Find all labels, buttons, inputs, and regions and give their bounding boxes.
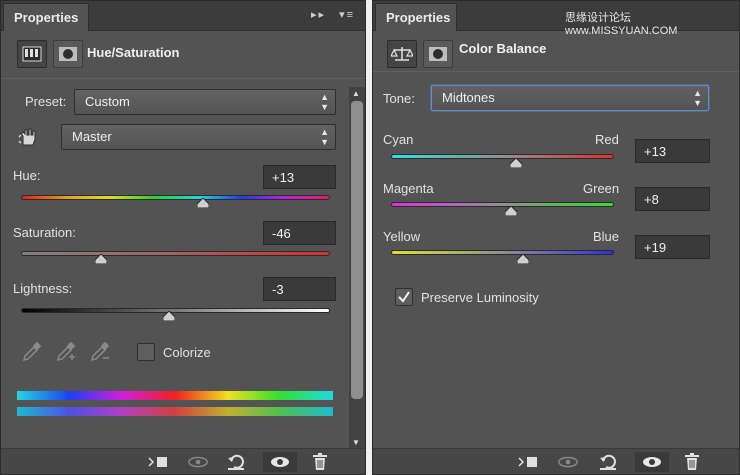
hue-label: Hue:	[13, 168, 41, 183]
panel-bottom-toolbar	[1, 448, 365, 474]
scroll-up-icon[interactable]: ▲	[352, 89, 360, 98]
magenta-green-value-field[interactable]: +8	[635, 187, 710, 211]
cyan-red-slider-track[interactable]	[391, 154, 614, 159]
eyedropper-minus-icon[interactable]	[89, 341, 111, 366]
panel-bottom-toolbar	[373, 448, 739, 474]
scrollbar-thumb[interactable]	[351, 101, 363, 399]
saturation-value-field[interactable]: -46	[263, 221, 336, 245]
clip-to-layer-icon[interactable]	[517, 452, 539, 472]
preset-label: Preset:	[25, 94, 67, 109]
lightness-value-field[interactable]: -3	[263, 277, 336, 301]
lightness-label: Lightness:	[13, 281, 73, 296]
panel-menu-icon[interactable]: ▾≡	[339, 9, 355, 21]
yellow-blue-slider-track[interactable]	[391, 250, 614, 255]
checkmark-icon	[398, 291, 410, 303]
saturation-label: Saturation:	[13, 225, 76, 240]
clip-to-layer-icon[interactable]	[147, 452, 169, 472]
header-divider	[373, 71, 739, 72]
color-balance-properties-panel: Properties 思缘设计论坛 www.MISSYUAN.COM Color…	[372, 0, 740, 475]
header-divider	[1, 78, 365, 79]
mask-icon[interactable]	[53, 40, 83, 68]
collapse-icon[interactable]: ▸▸	[311, 9, 326, 21]
lightness-slider-track[interactable]	[21, 308, 330, 313]
hue-slider-thumb[interactable]	[197, 198, 210, 208]
saturation-slider-thumb[interactable]	[95, 254, 108, 264]
red-label: Red	[595, 132, 619, 147]
toggle-visibility-icon[interactable]	[263, 452, 297, 472]
channel-value: Master	[72, 129, 112, 144]
toggle-visibility-icon[interactable]	[635, 452, 669, 472]
source-color-spectrum	[17, 391, 333, 400]
channel-dropdown[interactable]: Master ▲ ▼	[61, 124, 336, 150]
dropdown-arrows-icon: ▲ ▼	[320, 127, 329, 147]
saturation-slider-track[interactable]	[21, 251, 330, 256]
cyan-red-value-field[interactable]: +13	[635, 139, 710, 163]
cyan-label: Cyan	[383, 132, 414, 147]
preserve-luminosity-checkbox[interactable]	[395, 288, 413, 306]
tone-value: Midtones	[442, 90, 495, 105]
yellow-blue-slider-thumb[interactable]	[516, 254, 529, 264]
magenta-green-slider-thumb[interactable]	[505, 206, 518, 216]
magenta-green-slider-track[interactable]	[391, 202, 614, 207]
preset-dropdown[interactable]: Custom ▲ ▼	[74, 89, 336, 115]
adjustment-header-icons	[17, 39, 83, 69]
panel-title: Hue/Saturation	[87, 45, 180, 60]
cyan-red-slider-thumb[interactable]	[509, 158, 522, 168]
eyedropper-icon[interactable]	[21, 341, 43, 366]
view-previous-state-icon[interactable]	[557, 452, 579, 472]
panel-titlebar: Properties ▸▸ ▾≡	[1, 1, 365, 31]
magenta-label: Magenta	[383, 181, 434, 196]
tab-properties[interactable]: Properties	[3, 3, 89, 31]
targeted-adjustment-hand-icon[interactable]	[17, 125, 41, 152]
adjustment-header-icons	[387, 39, 453, 69]
preserve-luminosity-label: Preserve Luminosity	[421, 290, 539, 305]
yellow-label: Yellow	[383, 229, 421, 244]
watermark-text: 思缘设计论坛 www.MISSYUAN.COM	[565, 12, 678, 37]
panel-menu-buttons[interactable]: ▸▸ ▾≡	[311, 8, 355, 21]
preset-value: Custom	[85, 94, 130, 109]
scroll-down-icon[interactable]: ▼	[352, 438, 360, 447]
result-color-spectrum	[17, 407, 333, 416]
dropdown-arrows-icon: ▲ ▼	[693, 88, 702, 108]
tab-properties[interactable]: Properties	[375, 3, 457, 31]
green-label: Green	[583, 181, 620, 196]
hue-saturation-properties-panel: Properties ▸▸ ▾≡ Hue/Saturation Preset: …	[0, 0, 366, 475]
colorize-label: Colorize	[163, 345, 211, 360]
blue-label: Blue	[593, 229, 620, 244]
tone-label: Tone:	[383, 91, 415, 106]
hue-saturation-icon[interactable]	[17, 40, 47, 68]
hue-slider-track[interactable]	[21, 195, 330, 200]
vertical-scrollbar[interactable]: ▲ ▼	[349, 87, 365, 449]
yellow-blue-value-field[interactable]: +19	[635, 235, 710, 259]
reset-icon[interactable]	[225, 452, 247, 472]
colorize-checkbox[interactable]	[137, 343, 155, 361]
delete-icon[interactable]	[309, 452, 331, 472]
reset-icon[interactable]	[597, 452, 619, 472]
view-previous-state-icon[interactable]	[187, 452, 209, 472]
lightness-slider-thumb[interactable]	[163, 311, 176, 321]
color-balance-icon[interactable]	[387, 40, 417, 68]
hue-value-field[interactable]: +13	[263, 165, 336, 189]
panel-titlebar: Properties 思缘设计论坛 www.MISSYUAN.COM	[373, 1, 739, 37]
eyedropper-plus-icon[interactable]	[55, 341, 77, 366]
delete-icon[interactable]	[681, 452, 703, 472]
panel-title: Color Balance	[459, 41, 547, 56]
dropdown-arrows-icon: ▲ ▼	[320, 92, 329, 112]
mask-icon[interactable]	[423, 40, 453, 68]
tone-dropdown[interactable]: Midtones ▲ ▼	[431, 85, 709, 111]
